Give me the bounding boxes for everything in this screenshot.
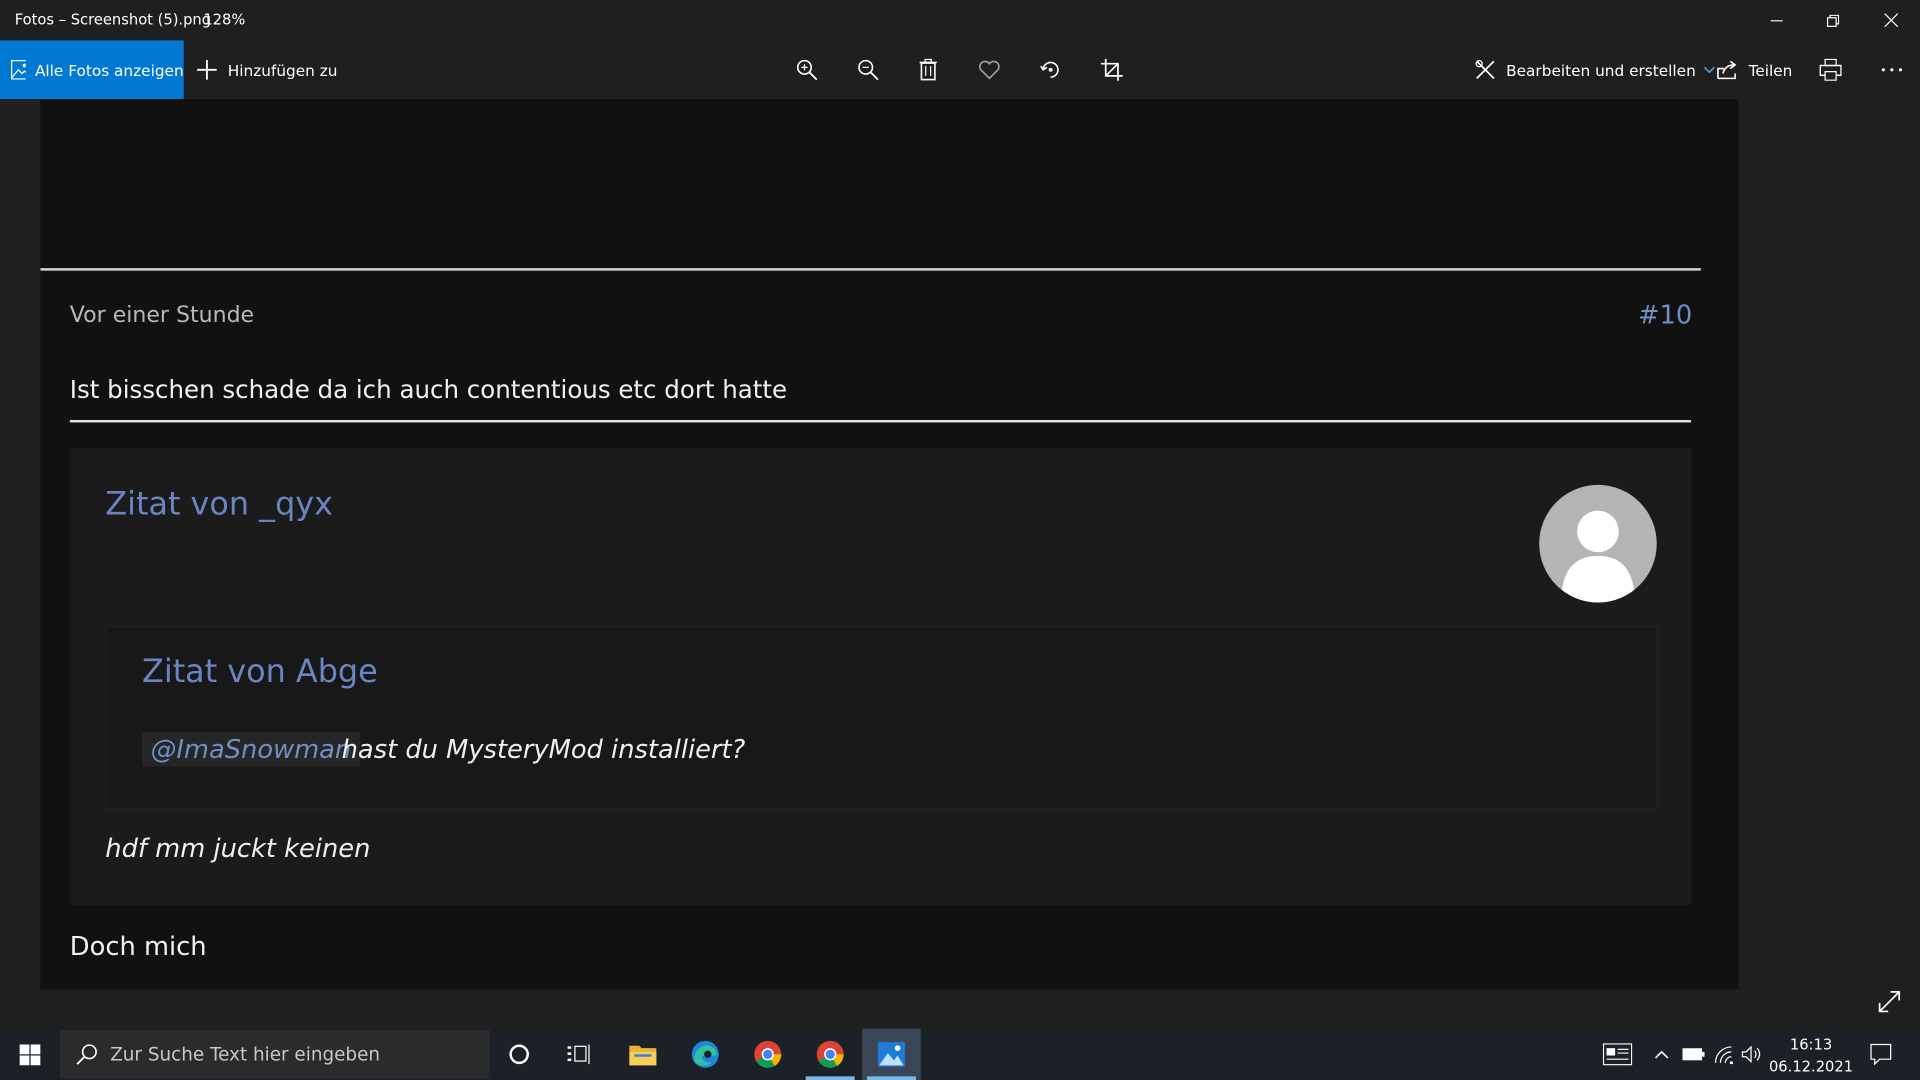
toolbar: Alle Fotos anzeigen Hinzufügen zu Bearbe… — [0, 40, 1920, 100]
cortana-icon — [509, 1044, 529, 1065]
clock[interactable]: 16:13 06.12.2021 — [1765, 1033, 1858, 1077]
screenshot-image: Vor einer Stunde #10 Ist bisschen schade… — [40, 99, 1739, 990]
restore-icon — [1826, 14, 1840, 27]
reply-text: Doch mich — [69, 931, 207, 962]
divider — [69, 420, 1692, 423]
nested-quote-title: Zitat von Abge — [142, 653, 378, 691]
edit-create-label: Bearbeiten und erstellen — [1506, 60, 1696, 79]
news-icon — [1602, 1043, 1633, 1066]
all-photos-button[interactable]: Alle Fotos anzeigen — [0, 40, 184, 100]
crop-button[interactable] — [1093, 53, 1130, 87]
close-button[interactable] — [1862, 0, 1918, 40]
all-photos-label: Alle Fotos anzeigen — [34, 60, 184, 79]
post-text: Ist bisschen schade da ich auch contenti… — [69, 374, 788, 405]
folder-icon — [629, 1045, 657, 1066]
nested-quote-text: hast du MysteryMod installiert? — [341, 734, 746, 765]
crop-icon — [1100, 58, 1123, 81]
user-mention: @ImaSnowman — [142, 732, 360, 767]
notification-icon — [1870, 1043, 1892, 1066]
search-icon — [76, 1044, 97, 1065]
active-indicator — [866, 1076, 916, 1080]
zoom-in-icon — [796, 59, 818, 81]
zoom-out-button[interactable] — [850, 53, 887, 87]
network-status[interactable] — [1711, 1029, 1738, 1080]
chrome-app-active[interactable] — [801, 1029, 860, 1080]
close-icon — [1883, 13, 1898, 27]
window-title: Fotos – Screenshot (5).png — [14, 11, 212, 29]
heart-icon — [979, 60, 1000, 80]
chevron-up-icon — [1654, 1050, 1669, 1059]
plus-icon — [197, 60, 217, 80]
restore-button[interactable] — [1805, 0, 1861, 40]
volume-control[interactable] — [1739, 1029, 1766, 1080]
quote-text: hdf mm juckt keinen — [105, 833, 371, 864]
trash-icon — [919, 58, 937, 81]
taskbar-search[interactable]: Zur Suche Text hier eingeben — [60, 1029, 490, 1079]
battery-icon — [1682, 1048, 1705, 1061]
cortana-button[interactable] — [490, 1029, 549, 1080]
zoom-in-button[interactable] — [789, 53, 826, 87]
avatar — [1539, 484, 1657, 603]
clock-date: 06.12.2021 — [1768, 1057, 1854, 1076]
task-view-button[interactable] — [550, 1029, 609, 1080]
expand-icon — [1878, 990, 1901, 1013]
windows-logo-icon — [18, 1043, 40, 1065]
wifi-icon — [1714, 1046, 1734, 1065]
chevron-down-icon — [1703, 66, 1715, 74]
photo-gallery-icon — [11, 60, 26, 80]
speaker-icon — [1741, 1045, 1761, 1063]
chrome-icon — [816, 1040, 844, 1068]
start-button[interactable] — [0, 1029, 59, 1080]
edge-icon — [691, 1040, 719, 1068]
quote-title: Zitat von _qyx — [105, 486, 333, 523]
title-bar: Fotos – Screenshot (5).png 128% — [0, 0, 1920, 41]
search-placeholder: Zur Suche Text hier eingeben — [110, 1043, 381, 1066]
post-number: #10 — [1637, 300, 1693, 330]
user-icon — [1561, 510, 1635, 603]
screen: Fotos – Screenshot (5).png 128% Alle Fot… — [0, 0, 1920, 1080]
share-button[interactable]: Teilen — [1717, 40, 1793, 99]
active-indicator — [805, 1076, 855, 1080]
edge-app[interactable] — [676, 1029, 735, 1080]
share-icon — [1717, 60, 1737, 80]
more-icon — [1881, 68, 1903, 72]
divider — [40, 268, 1701, 271]
show-hidden-icons-button[interactable] — [1651, 1029, 1673, 1080]
battery-status[interactable] — [1680, 1029, 1707, 1080]
taskbar: Zur Suche Text hier eingeben 16:13 06.12… — [0, 1028, 1920, 1080]
minimize-icon — [1770, 19, 1783, 21]
photos-icon — [877, 1042, 905, 1067]
add-to-button[interactable]: Hinzufügen zu — [196, 40, 338, 99]
chrome-icon — [754, 1040, 782, 1068]
news-button[interactable] — [1599, 1029, 1636, 1080]
print-button[interactable] — [1812, 53, 1849, 87]
print-icon — [1819, 58, 1842, 81]
post-timestamp: Vor einer Stunde — [69, 302, 255, 329]
file-explorer-app[interactable] — [613, 1029, 672, 1080]
rotate-button[interactable] — [1032, 53, 1069, 87]
edit-tools-icon — [1475, 60, 1495, 79]
edit-create-button[interactable]: Bearbeiten und erstellen — [1474, 40, 1715, 99]
task-view-icon — [567, 1044, 590, 1065]
chrome-app[interactable] — [738, 1029, 797, 1080]
fullscreen-button[interactable] — [1872, 984, 1906, 1018]
photo-viewer: Vor einer Stunde #10 Ist bisschen schade… — [0, 99, 1920, 1029]
share-label: Teilen — [1748, 60, 1793, 79]
quote-block: Zitat von _qyx Zitat von Abge @ImaSnowma… — [69, 448, 1692, 905]
zoom-out-icon — [858, 59, 879, 81]
favorite-button[interactable] — [971, 53, 1008, 87]
delete-button[interactable] — [910, 53, 947, 87]
more-options-button[interactable] — [1873, 53, 1910, 87]
minimize-button[interactable] — [1749, 0, 1805, 40]
clock-time: 16:13 — [1789, 1035, 1833, 1054]
notifications-button[interactable] — [1861, 1029, 1900, 1080]
nested-quote-block: Zitat von Abge @ImaSnowman hast du Myste… — [105, 625, 1658, 810]
add-to-label: Hinzufügen zu — [227, 60, 338, 79]
rotate-icon — [1040, 61, 1059, 78]
photos-app-active[interactable] — [862, 1028, 921, 1080]
zoom-level: 128% — [203, 11, 246, 29]
